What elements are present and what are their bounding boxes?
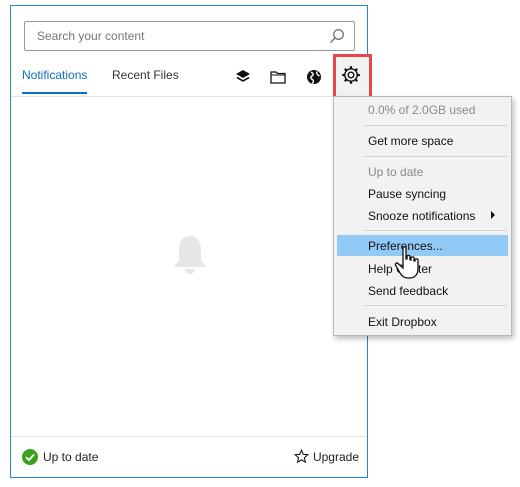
menu-separator xyxy=(364,305,507,306)
footer: Up to date Upgrade xyxy=(11,436,367,477)
search-input[interactable] xyxy=(25,22,315,50)
bell-icon xyxy=(174,236,206,274)
search-icon[interactable] xyxy=(329,28,345,44)
tab-notifications[interactable]: Notifications xyxy=(22,68,88,94)
menu-separator xyxy=(364,230,507,231)
search-box[interactable] xyxy=(24,21,355,51)
menu-separator xyxy=(364,125,507,126)
menu-exit-dropbox[interactable]: Exit Dropbox xyxy=(368,315,437,329)
status-text: Up to date xyxy=(43,450,99,464)
submenu-arrow-icon xyxy=(491,211,495,219)
sync-status: Up to date xyxy=(22,449,98,465)
star-icon xyxy=(293,449,309,464)
menu-sync-status: Up to date xyxy=(368,165,424,179)
upgrade-label: Upgrade xyxy=(312,449,359,464)
menu-storage-usage: 0.0% of 2.0GB used xyxy=(368,103,476,117)
menu-snooze-notifications[interactable]: Snooze notifications xyxy=(368,209,475,223)
upgrade-button[interactable]: Upgrade xyxy=(293,449,359,464)
menu-pause-syncing[interactable]: Pause syncing xyxy=(368,187,446,201)
menu-separator xyxy=(364,156,507,157)
globe-icon[interactable] xyxy=(305,68,323,86)
settings-context-menu: 0.0% of 2.0GB used Get more space Up to … xyxy=(333,96,512,336)
menu-send-feedback[interactable]: Send feedback xyxy=(368,284,448,298)
tab-recent-files[interactable]: Recent Files xyxy=(112,68,179,82)
layers-icon[interactable] xyxy=(234,68,252,86)
check-circle-icon xyxy=(22,449,38,465)
menu-get-more-space[interactable]: Get more space xyxy=(368,134,453,148)
dropbox-panel: Notifications Recent Files Up to date xyxy=(10,5,368,478)
folder-icon[interactable] xyxy=(269,68,287,86)
tab-bar: Notifications Recent Files xyxy=(11,58,367,97)
gear-icon[interactable] xyxy=(341,64,361,86)
mouse-cursor-icon xyxy=(394,246,419,279)
